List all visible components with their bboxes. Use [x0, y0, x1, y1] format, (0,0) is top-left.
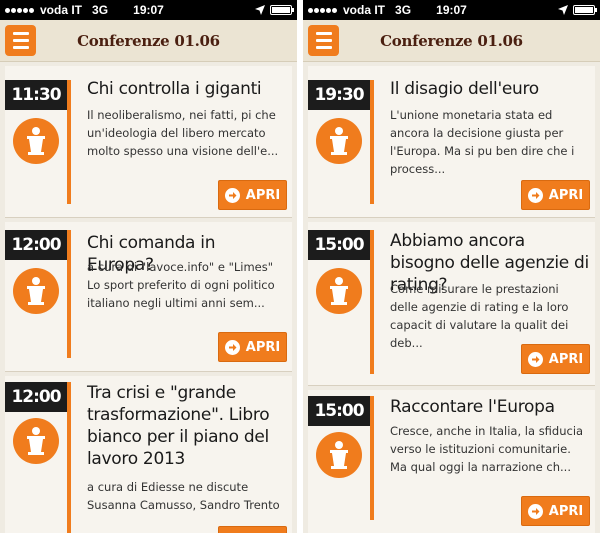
conference-title: Il disagio dell'euro [390, 79, 539, 99]
carrier-label: voda IT [343, 3, 386, 17]
apri-label: APRI [548, 503, 584, 519]
location-arrow-icon [558, 5, 568, 15]
conference-title: Chi controlla i giganti [87, 79, 262, 99]
conference-card[interactable]: 15:00 Abbiamo ancora bisogno delle agenz… [308, 222, 595, 386]
time-badge: 15:00 [308, 396, 370, 426]
arrow-right-icon [224, 187, 240, 203]
conference-description: L'unione monetaria stata ed ancora la de… [390, 108, 575, 176]
apri-label: APRI [548, 351, 584, 367]
time-accent-bar [370, 230, 374, 374]
time-badge: 15:00 [308, 230, 370, 260]
location-arrow-icon [255, 5, 265, 15]
carrier-label: voda IT [40, 3, 83, 17]
status-bar: voda IT 3G 19:07 [303, 0, 600, 20]
time-accent-bar [370, 80, 374, 204]
apri-button[interactable]: APRI [521, 344, 590, 374]
conference-card[interactable]: 15:00 Raccontare l'Europa Cresce, anche … [308, 390, 595, 533]
nav-bar: Conferenze 01.06 [303, 20, 600, 62]
menu-button[interactable] [5, 25, 36, 56]
apri-label: APRI [245, 187, 281, 203]
arrow-right-icon [527, 503, 543, 519]
time-badge: 11:30 [5, 80, 67, 110]
conference-description: a cura di Ediesse ne discute Susanna Cam… [87, 480, 280, 512]
apri-button[interactable]: APRI [218, 332, 287, 362]
apri-button[interactable]: APRI [521, 180, 590, 210]
time-badge: 19:30 [308, 80, 370, 110]
signal-strength-icon [5, 7, 34, 13]
apri-label: APRI [548, 187, 584, 203]
arrow-right-icon [527, 351, 543, 367]
conference-card[interactable]: 12:00 Chi comanda in Europa? a cura di "… [5, 222, 292, 372]
time-accent-bar [67, 230, 71, 358]
time-badge: 12:00 [5, 230, 67, 260]
apri-label: APRI [245, 339, 281, 355]
time-accent-bar [67, 80, 71, 204]
menu-button[interactable] [308, 25, 339, 56]
conference-description: Il neoliberalismo, nei fatti, pi che un'… [87, 108, 279, 158]
speaker-podium-icon [13, 118, 59, 164]
speaker-podium-icon [316, 432, 362, 478]
arrow-right-icon [224, 339, 240, 355]
arrow-right-icon [527, 187, 543, 203]
conference-card[interactable]: 12:00 Tra crisi e "grande trasformazione… [5, 376, 292, 533]
conference-description: a cura di "lavoce.info" e "Limes" Lo spo… [87, 260, 275, 310]
signal-strength-icon [308, 7, 337, 13]
phone-screen-right: voda IT 3G 19:07 Conferenze 01.06 19:30 … [303, 0, 600, 533]
phone-screen-left: voda IT 3G 19:07 Conferenze 01.06 11:30 … [0, 0, 297, 533]
status-bar: voda IT 3G 19:07 [0, 0, 297, 20]
battery-icon [270, 5, 294, 15]
conference-description: Come misurare le prestazioni delle agenz… [390, 282, 569, 350]
conference-description: Cresce, anche in Italia, la sfiducia ver… [390, 424, 584, 474]
conference-title: Raccontare l'Europa [390, 397, 555, 417]
page-title: Conferenze 01.06 [77, 31, 220, 50]
battery-icon [573, 5, 597, 15]
page-title: Conferenze 01.06 [380, 31, 523, 50]
speaker-podium-icon [316, 268, 362, 314]
speaker-podium-icon [316, 118, 362, 164]
hamburger-menu-icon [12, 32, 29, 35]
conference-card[interactable]: 19:30 Il disagio dell'euro L'unione mone… [308, 66, 595, 218]
time-accent-bar [67, 382, 71, 533]
time-accent-bar [370, 396, 374, 520]
time-badge: 12:00 [5, 382, 67, 412]
conference-card[interactable]: 11:30 Chi controlla i giganti Il neolibe… [5, 66, 292, 218]
conference-title: Tra crisi e "grande trasformazione". Lib… [87, 383, 270, 469]
apri-button[interactable]: APRI [218, 526, 287, 533]
speaker-podium-icon [13, 268, 59, 314]
speaker-podium-icon [13, 418, 59, 464]
hamburger-menu-icon [315, 32, 332, 35]
apri-button[interactable]: APRI [218, 180, 287, 210]
network-label: 3G [395, 3, 412, 17]
network-label: 3G [92, 3, 109, 17]
nav-bar: Conferenze 01.06 [0, 20, 297, 62]
apri-button[interactable]: APRI [521, 496, 590, 526]
